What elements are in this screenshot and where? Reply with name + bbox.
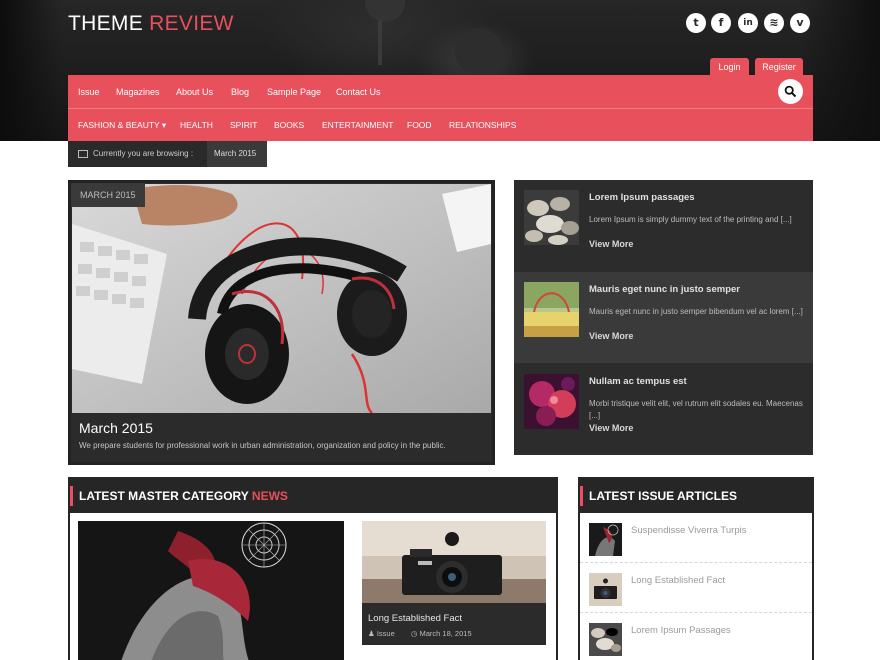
nav-item-sample-page[interactable]: Sample Page [267, 87, 321, 97]
nav-category-entertainment[interactable]: ENTERTAINMENT [322, 120, 393, 130]
section-title-main: LATEST MASTER CATEGORY [79, 489, 249, 503]
logo-text-main: THEME [68, 12, 143, 35]
hero-background-pole [378, 20, 382, 65]
view-more-link[interactable]: View More [589, 239, 633, 249]
nav-item-magazines[interactable]: Magazines [116, 87, 160, 97]
side-post-excerpt: Morbi tristique velit elit, vel rutrum e… [589, 399, 803, 420]
nav-category-relationships[interactable]: RELATIONSHIPS [449, 120, 516, 130]
post-category-link[interactable]: Issue [377, 629, 395, 638]
side-post-excerpt: Mauris eget nunc in justo semper bibendu… [589, 307, 803, 316]
camera-image[interactable] [362, 521, 546, 603]
section-accent-bar [70, 486, 73, 506]
featured-date-badge: March 2015 [71, 183, 145, 207]
featured-title[interactable]: March 2015 [79, 420, 153, 436]
list-item[interactable]: Nullam ac tempus est Morbi tristique vel… [514, 364, 813, 455]
side-post-thumbnail-table[interactable] [524, 282, 579, 337]
register-button[interactable]: Register [755, 58, 803, 76]
nav-category-spirit[interactable]: SPIRIT [230, 120, 257, 130]
featured-description: We prepare students for professional wor… [79, 441, 446, 450]
twitter-icon[interactable]: t [686, 13, 706, 33]
issue-article-title[interactable]: Lorem Ipsum Passages [631, 625, 731, 636]
list-item[interactable]: Long Established Fact [580, 563, 812, 613]
linkedin-icon[interactable]: in [738, 13, 758, 33]
side-post-excerpt: Lorem Ipsum is simply dummy text of the … [589, 215, 792, 224]
category-post-title[interactable]: Long Established Fact [368, 613, 462, 624]
latest-category-section: LATEST MASTER CATEGORY NEWS Long Establi… [68, 477, 558, 660]
vine-icon[interactable]: v [790, 13, 810, 33]
nav-item-about-us[interactable]: About Us [176, 87, 213, 97]
login-button[interactable]: Login [710, 58, 749, 76]
rss-icon[interactable]: ≋ [764, 13, 784, 33]
nav-category-food[interactable]: FOOD [407, 120, 432, 130]
site-logo[interactable]: THEME REVIEW [68, 12, 234, 36]
section-accent-bar [580, 486, 583, 506]
facebook-icon[interactable]: f [711, 13, 731, 33]
clock-icon: ◷ [410, 629, 418, 638]
section-title: LATEST ISSUE ARTICLES [589, 489, 738, 503]
view-more-link[interactable]: View More [589, 331, 633, 341]
category-post-meta: ♟ Issue ◷ March 18, 2015 [368, 629, 472, 638]
nav-item-contact-us[interactable]: Contact Us [336, 87, 381, 97]
side-posts-list: Lorem Ipsum passages Lorem Ipsum is simp… [514, 180, 813, 455]
view-more-link[interactable]: View More [589, 423, 633, 433]
page: THEME REVIEW t f in ≋ v Login Register I… [0, 0, 880, 660]
breadcrumb-label: Currently you are browsing : [93, 149, 194, 158]
category-feature-image[interactable] [78, 521, 344, 660]
issue-thumbnail[interactable] [589, 623, 622, 656]
section-header: LATEST ISSUE ARTICLES [580, 479, 812, 513]
latest-issue-section: LATEST ISSUE ARTICLES Suspendisse Viverr… [578, 477, 814, 660]
side-post-title[interactable]: Nullam ac tempus est [589, 376, 687, 387]
category-post-card[interactable]: Long Established Fact ♟ Issue ◷ March 18… [362, 521, 546, 645]
nav-divider [68, 108, 813, 109]
side-post-thumbnail-stones[interactable] [524, 190, 579, 245]
side-post-title[interactable]: Mauris eget nunc in justo semper [589, 284, 740, 295]
breadcrumb-current: March 2015 [207, 141, 267, 167]
main-navigation: Issue Magazines About Us Blog Sample Pag… [68, 75, 813, 141]
nav-category-books[interactable]: BOOKS [274, 120, 304, 130]
list-item[interactable]: Suspendisse Viverra Turpis [580, 513, 812, 563]
hero-background-shade [365, 0, 405, 22]
featured-headphones-image[interactable] [72, 184, 491, 413]
nav-category-fashion-beauty[interactable]: FASHION & BEAUTY ▾ [78, 120, 166, 131]
section-title: LATEST MASTER CATEGORY NEWS [79, 489, 288, 503]
side-post-thumbnail-flowers[interactable] [524, 374, 579, 429]
user-icon: ♟ [368, 629, 375, 638]
hero-background-lamp [455, 28, 503, 76]
nav-category-health[interactable]: HEALTH [180, 120, 213, 130]
issue-article-title[interactable]: Long Established Fact [631, 575, 725, 586]
hero-background-fade-left [0, 0, 60, 141]
search-icon [784, 85, 797, 98]
side-post-title[interactable]: Lorem Ipsum passages [589, 192, 695, 203]
search-button[interactable] [778, 79, 803, 104]
browse-icon [78, 150, 88, 158]
breadcrumb: Currently you are browsing : March 2015 [68, 141, 267, 167]
logo-text-accent: REVIEW [149, 12, 234, 35]
post-date: March 18, 2015 [419, 629, 472, 638]
list-item[interactable]: Mauris eget nunc in justo semper Mauris … [514, 272, 813, 363]
section-header: LATEST MASTER CATEGORY NEWS [70, 479, 556, 513]
featured-post[interactable]: March 2015 March 2015 We prepare student… [68, 180, 495, 465]
nav-item-issue[interactable]: Issue [78, 87, 100, 97]
issue-thumbnail[interactable] [589, 523, 622, 556]
section-title-accent: NEWS [251, 489, 288, 503]
list-item[interactable]: Lorem Ipsum Passages [580, 613, 812, 660]
nav-item-blog[interactable]: Blog [231, 87, 249, 97]
issue-thumbnail[interactable] [589, 573, 622, 606]
list-item[interactable]: Lorem Ipsum passages Lorem Ipsum is simp… [514, 180, 813, 271]
issue-article-title[interactable]: Suspendisse Viverra Turpis [631, 525, 746, 536]
